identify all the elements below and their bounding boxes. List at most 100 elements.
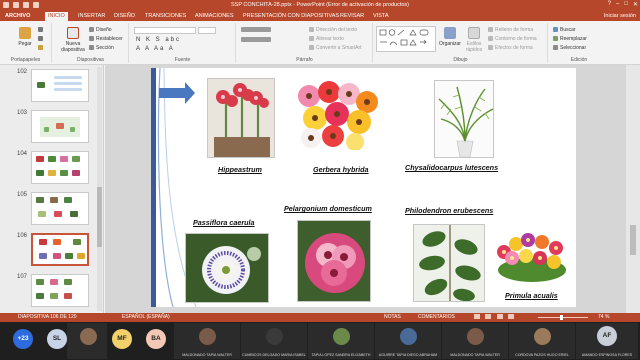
avatar[interactable]: SL	[47, 329, 67, 349]
participant-tile[interactable]	[67, 323, 107, 359]
maximize-button[interactable]: □	[624, 1, 628, 8]
participant-tile[interactable]: TAPIA LOPEZ SANDRA ELIZABETH	[308, 323, 374, 359]
participants-overflow[interactable]: +23	[13, 329, 33, 349]
hippeastrum-image[interactable]	[207, 78, 275, 158]
find-label: Buscar	[560, 27, 576, 33]
slide-thumbnail-selected[interactable]	[31, 233, 89, 266]
caption-pelargonium: Pelargonium domesticum	[284, 204, 372, 213]
zoom-slider-handle[interactable]	[560, 315, 563, 320]
section-button[interactable]: Sección	[89, 45, 114, 52]
thumbnail-row[interactable]: 106	[0, 231, 104, 271]
shape-fill-button[interactable]: Relleno de forma	[488, 27, 533, 34]
participant-tile[interactable]: CUMBICOS DELGADO MARIA ISABEL	[241, 323, 307, 359]
avatar[interactable]: BA	[146, 329, 166, 349]
font-effects-row[interactable]: A A Aa A	[136, 46, 175, 52]
replace-button[interactable]: Reemplazar	[553, 36, 587, 43]
font-format-row[interactable]: N K S abc	[136, 37, 181, 43]
shape-outline-button[interactable]: Contorno de forma	[488, 36, 537, 43]
font-family-input[interactable]	[134, 27, 196, 34]
select-button[interactable]: Seleccionar	[553, 45, 586, 52]
shape-effects-label: Efectos de forma	[495, 45, 533, 51]
slide-thumbnail[interactable]	[31, 110, 89, 143]
zoom-slider[interactable]	[538, 317, 588, 318]
arrange-label: Organizar	[439, 41, 461, 47]
participant-tile[interactable]: AF AMANDO ESPINOSA FLORES	[576, 323, 638, 359]
tab-vista[interactable]: VISTA	[370, 12, 392, 21]
group-label-diapositivas: Diapositivas	[77, 57, 104, 63]
language-indicator[interactable]: ESPAÑOL (ESPAÑA)	[122, 313, 170, 322]
participant-tile[interactable]: CORDOVA PAZOS HUGO ERIEL	[509, 323, 575, 359]
slide-thumbnail[interactable]	[31, 69, 89, 102]
scrollbar-thumb[interactable]	[630, 225, 636, 255]
normal-view-icon[interactable]	[474, 314, 480, 320]
avatar	[400, 328, 417, 345]
avatar[interactable]: MF	[112, 329, 132, 349]
powerpoint-window: SSP CONCHITA-28.pptx - PowerPoint (Error…	[0, 0, 640, 322]
tab-archivo[interactable]: ARCHIVO	[2, 12, 34, 21]
select-label: Seleccionar	[560, 45, 587, 51]
scrollbar-thumb[interactable]	[97, 187, 102, 247]
group-label-parrafo: Párrafo	[296, 57, 313, 63]
thumbnail-row[interactable]: 103	[0, 108, 104, 148]
minimize-button[interactable]: –	[616, 1, 619, 8]
cut-icon[interactable]	[38, 27, 45, 34]
font-size-input[interactable]	[198, 27, 216, 34]
slide-thumbnail-pane: 102 103 104 105 106 107	[0, 65, 104, 313]
convert-smartart-button[interactable]: Convertir a SmartArt	[309, 45, 362, 52]
tab-inicio[interactable]: INICIO	[45, 12, 68, 21]
current-slide[interactable]: Hippeastrum Gerbera hybrida Chysalidocar…	[151, 68, 576, 307]
thumbnail-row[interactable]: 107	[0, 272, 104, 312]
reset-button[interactable]: Restablecer	[89, 36, 123, 43]
slide-thumbnail[interactable]	[31, 274, 89, 307]
slide-thumbnail[interactable]	[31, 192, 89, 225]
arrange-button[interactable]: Organizar	[438, 27, 462, 47]
new-slide-button[interactable]: Nueva diapositiva	[59, 27, 87, 53]
tab-revisar[interactable]: REVISAR	[337, 12, 367, 21]
sorter-view-icon[interactable]	[485, 314, 492, 320]
tab-presentacion[interactable]: PRESENTACIÓN CON DIAPOSITIVAS	[240, 12, 342, 21]
text-direction-button[interactable]: Dirección del texto	[309, 27, 357, 34]
signin-link[interactable]: Iniciar sesión	[604, 12, 636, 21]
shapes-gallery[interactable]	[376, 26, 436, 52]
tab-insertar[interactable]: INSERTAR	[75, 12, 108, 21]
participant-tile[interactable]: MALDONADO TAPIA WALTER	[442, 323, 508, 359]
chrysalidocarpus-image[interactable]	[434, 80, 494, 158]
find-button[interactable]: Buscar	[553, 27, 576, 34]
layout-button[interactable]: Diseño	[89, 27, 112, 34]
thumbnail-row[interactable]: 102	[0, 67, 104, 107]
close-button[interactable]: ✕	[633, 1, 638, 8]
align-text-button[interactable]: Alinear texto	[309, 36, 344, 43]
primula-image[interactable]	[494, 226, 570, 284]
philodendron-image[interactable]	[413, 224, 485, 302]
thumbnail-row[interactable]: 105	[0, 190, 104, 230]
gerbera-image[interactable]	[295, 80, 379, 150]
bullets-icon[interactable]	[241, 27, 273, 34]
quick-styles-button[interactable]: Estilos rápidos	[462, 27, 486, 53]
help-button[interactable]: ?	[608, 1, 611, 8]
notes-button[interactable]: NOTAS	[384, 313, 401, 322]
tab-animaciones[interactable]: ANIMACIONES	[192, 12, 237, 21]
copy-icon[interactable]	[38, 36, 45, 43]
participant-tile[interactable]: AGUIRRE TAPIA DIEGO ABRAHAM	[375, 323, 441, 359]
thumbnail-scrollbar[interactable]	[97, 67, 102, 311]
ribbon-tabs: ARCHIVO INICIO INSERTAR DISEÑO TRANSICIO…	[0, 11, 640, 21]
reading-view-icon[interactable]	[496, 314, 503, 320]
tab-transiciones[interactable]: TRANSICIONES	[142, 12, 189, 21]
paste-button[interactable]: Pegar	[14, 27, 36, 47]
comments-button[interactable]: COMENTARIOS	[418, 313, 455, 322]
format-painter-icon[interactable]	[38, 45, 45, 52]
passiflora-image[interactable]	[185, 233, 269, 303]
slide-vertical-scrollbar[interactable]	[626, 65, 640, 313]
quick-styles-icon	[468, 27, 480, 39]
pelargonium-image[interactable]	[297, 220, 371, 302]
caption-gerbera: Gerbera hybrida	[313, 165, 369, 174]
tab-diseno[interactable]: DISEÑO	[111, 12, 138, 21]
zoom-level[interactable]: 74 %	[598, 313, 609, 322]
shape-effects-button[interactable]: Efectos de forma	[488, 45, 533, 52]
slide-thumbnail[interactable]	[31, 151, 89, 184]
thumbnail-row[interactable]: 104	[0, 149, 104, 189]
align-icons[interactable]	[241, 37, 273, 44]
slideshow-view-icon[interactable]	[508, 314, 515, 320]
participant-tile[interactable]: MALDONADO TAPIA WALTER	[174, 323, 240, 359]
participant-name: TAPIA LOPEZ SANDRA ELIZABETH	[311, 353, 371, 357]
